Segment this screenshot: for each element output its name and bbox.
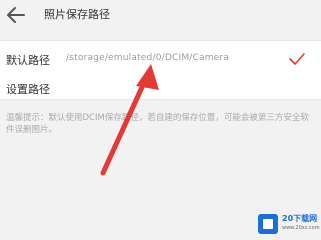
default-path-label: 默认路径: [6, 54, 50, 67]
site-watermark: 20下载网 www.20xz.com: [258, 212, 320, 238]
back-arrow-icon[interactable]: [4, 3, 28, 27]
watermark-logo-icon: [258, 214, 278, 234]
default-path-value: /storage/emulated/0/DCIM/Camera: [66, 53, 230, 63]
hint-text: 温馨提示：默认使用DCIM保存路径，若自建的保存位置，可能会被第三方安全软件误删…: [6, 113, 309, 135]
page-title: 照片保存路径: [44, 8, 110, 21]
watermark-name: 20下载网: [282, 214, 318, 223]
checkmark-icon: [289, 53, 305, 65]
set-path-label: 设置路径: [6, 83, 50, 96]
app-bar: 照片保存路径: [0, 0, 321, 30]
watermark-domain: www.20xz.com: [282, 225, 320, 231]
set-path-row[interactable]: 设置路径: [0, 77, 321, 100]
default-path-row[interactable]: 默认路径 /storage/emulated/0/DCIM/Camera: [0, 40, 321, 78]
